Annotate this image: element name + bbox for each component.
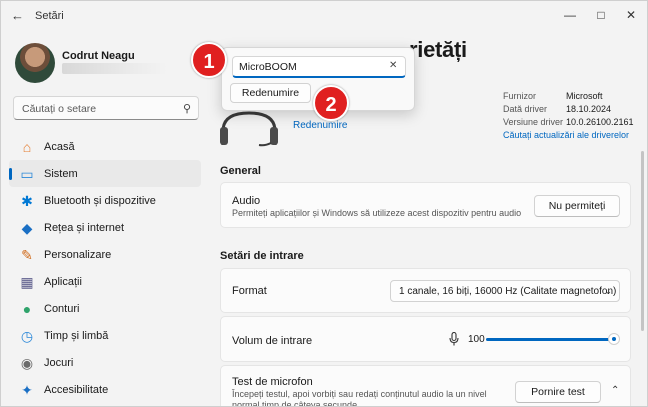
step-badge-2: 2: [313, 85, 349, 121]
sidebar-item-wifi[interactable]: ◆ Rețea și internet: [9, 214, 201, 241]
info-row-driver-version: Versiune driver 10.0.26100.2161: [503, 117, 634, 130]
sidebar-item-label: Jocuri: [44, 356, 74, 369]
page-title: rietăți: [409, 37, 467, 62]
sidebar-item-label: Rețea și internet: [44, 221, 125, 234]
info-key: Dată driver: [503, 104, 548, 114]
close-icon[interactable]: ✕: [617, 5, 645, 25]
driver-info: Furnizor Microsoft Dată driver 18.10.202…: [503, 91, 634, 130]
brush-icon: ✎: [21, 246, 33, 263]
settings-window: ← Setări — □ ✕ Codrut Neagu Căutați o se…: [0, 0, 648, 407]
audio-title: Audio: [232, 195, 261, 207]
sidebar-nav: ⌂ Acasă ▭ Sistem ✱ Bluetooth și dispozitive ◆ R…: [9, 133, 201, 403]
wifi-icon: ◆: [21, 219, 33, 236]
format-card: Format 1 canale, 16 biți, 16000 Hz (Cali…: [220, 268, 631, 313]
info-row-vendor: Furnizor Microsoft: [503, 91, 634, 104]
audio-description: Permiteți aplicațiilor și Windows să uti…: [232, 208, 522, 218]
time-language-icon: ◷: [20, 327, 34, 344]
sidebar-item-label: Conturi: [44, 302, 80, 315]
sidebar-item-gaming[interactable]: ◉ Jocuri: [9, 349, 201, 376]
mic-test-description: Începeți testul, apoi vorbiți sau redați…: [232, 389, 487, 407]
sidebar-item-accessibility[interactable]: ✦ Accesibilitate: [9, 376, 201, 403]
search-icon[interactable]: ⚲: [183, 102, 191, 115]
format-value: 1 canale, 16 biți, 16000 Hz (Calitate ma…: [399, 286, 617, 297]
info-key: Furnizor: [503, 91, 537, 101]
bluetooth-icon: ✱: [21, 192, 33, 209]
back-arrow-icon[interactable]: ←: [11, 8, 27, 24]
home-icon: ⌂: [22, 138, 32, 155]
info-value: 10.0.26100.2161: [566, 117, 634, 127]
format-label: Format: [232, 285, 267, 297]
sidebar-item-label: Acasă: [44, 140, 75, 153]
minimize-icon[interactable]: —: [556, 5, 584, 25]
sidebar-item-label: Aplicații: [44, 275, 82, 288]
sidebar-item-brush[interactable]: ✎ Personalizare: [9, 241, 201, 268]
input-settings-heading: Setări de intrare: [220, 250, 304, 262]
format-select[interactable]: 1 canale, 16 biți, 16000 Hz (Calitate ma…: [390, 280, 620, 302]
general-heading: General: [220, 165, 261, 177]
app-title: Setări: [35, 10, 64, 22]
gaming-icon: ◉: [20, 354, 34, 371]
search-box[interactable]: Căutați o setare ⚲: [13, 96, 199, 120]
sidebar-item-home[interactable]: ⌂ Acasă: [9, 133, 201, 160]
volume-slider-thumb[interactable]: [608, 333, 620, 345]
audio-card: Audio Permiteți aplicațiilor și Windows …: [220, 182, 631, 228]
start-test-button[interactable]: Pornire test: [515, 381, 601, 403]
sidebar-item-bluetooth[interactable]: ✱ Bluetooth și dispozitive: [9, 187, 201, 214]
headset-icon: [220, 111, 278, 147]
sidebar-item-label: Accesibilitate: [44, 383, 109, 396]
disallow-audio-button[interactable]: Nu permiteți: [534, 195, 620, 217]
driver-update-link[interactable]: Căutați actualizări ale driverelor: [503, 130, 629, 140]
microphone-icon: [449, 332, 459, 346]
info-value: 18.10.2024: [566, 104, 612, 114]
mic-test-title: Test de microfon: [232, 376, 313, 388]
maximize-icon[interactable]: □: [587, 5, 615, 25]
user-email-blurred: [62, 63, 167, 74]
sidebar-item-label: Sistem: [44, 167, 78, 180]
volume-label: Volum de intrare: [232, 335, 313, 347]
sidebar-item-label: Personalizare: [44, 248, 112, 261]
sidebar-item-system[interactable]: ▭ Sistem: [9, 160, 201, 187]
sidebar-item-accounts[interactable]: ● Conturi: [9, 295, 201, 322]
accessibility-icon: ✦: [21, 381, 33, 398]
avatar[interactable]: [15, 43, 55, 83]
rename-input[interactable]: [232, 56, 406, 78]
user-name: Codrut Neagu: [62, 50, 135, 62]
chevron-down-icon: ⌄: [604, 286, 612, 296]
mic-test-card: Test de microfon Începeți testul, apoi v…: [220, 365, 631, 407]
clear-icon[interactable]: ✕: [389, 60, 397, 71]
accounts-icon: ●: [22, 300, 32, 317]
volume-value: 100: [468, 334, 485, 345]
info-key: Versiune driver: [503, 117, 564, 127]
sidebar-item-apps[interactable]: ▦ Aplicații: [9, 268, 201, 295]
sidebar-item-label: Bluetooth și dispozitive: [44, 194, 156, 207]
volume-slider-track[interactable]: [486, 338, 614, 341]
info-value: Microsoft: [566, 91, 603, 101]
info-row-driver-date: Dată driver 18.10.2024: [503, 104, 634, 117]
step-badge-1: 1: [191, 42, 227, 78]
system-icon: ▭: [20, 165, 34, 182]
sidebar-item-time-language[interactable]: ◷ Timp și limbă: [9, 322, 201, 349]
rename-link[interactable]: Redenumire: [293, 120, 347, 131]
title-bar: ← Setări — □ ✕: [1, 1, 647, 31]
chevron-up-icon[interactable]: ⌃: [611, 385, 619, 396]
rename-confirm-button[interactable]: Redenumire: [230, 83, 311, 103]
scrollbar[interactable]: [641, 151, 644, 331]
search-placeholder: Căutați o setare: [22, 103, 97, 115]
sidebar-item-label: Timp și limbă: [44, 329, 109, 342]
apps-icon: ▦: [20, 273, 34, 290]
